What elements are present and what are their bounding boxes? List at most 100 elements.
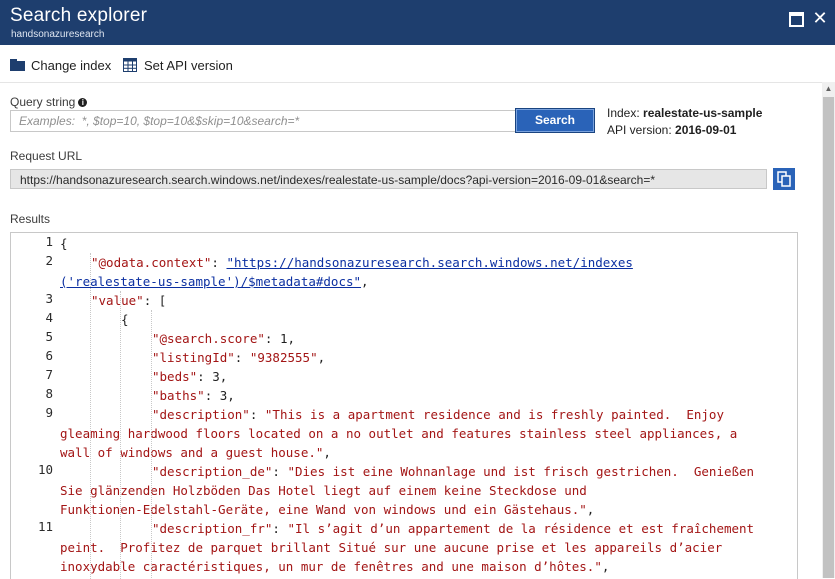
json-link: "https://handsonazuresearch.search.windo… [226,255,633,270]
line-number: 2 [45,253,53,268]
results-label: Results [10,212,51,226]
table-icon [123,58,137,72]
json-string: "This is a apartment residence and is fr… [264,407,724,422]
code-line: "beds": 3, [152,367,227,386]
json-string: inoxydable caractéristiques, un mur de f… [60,559,602,574]
json-key: "beds" [152,369,198,384]
json-string: "Il s’agit d’un appartement de la réside… [287,521,755,536]
change-index-button[interactable]: Change index [10,56,111,74]
json-punct: : [ [143,293,167,308]
request-url-label: Request URL [10,149,83,163]
maximize-icon[interactable] [787,9,805,27]
code-line-wrap: Funktionen-Edelstahl-Geräte, eine Wand v… [60,500,594,519]
json-key: "value" [91,293,144,308]
copy-button[interactable] [773,168,795,190]
json-punct: , [323,445,331,460]
request-url-field[interactable]: https://handsonazuresearch.search.window… [10,169,767,189]
json-string: gleaming hardwood floors located on a no… [60,426,738,441]
json-key: "@search.score" [152,331,265,346]
index-line: Index: realestate-us-sample [607,105,762,122]
command-bar: Change index Set API version [0,45,835,83]
scrollbar-thumb[interactable] [823,97,834,578]
json-punct: : [272,464,288,479]
code-line-wrap: peint. Profitez de parquet brillant Situ… [60,538,722,557]
json-link: ('realestate-us-sample')/$metadata#docs" [60,274,362,289]
set-api-version-button[interactable]: Set API version [123,56,233,74]
json-punct: , [586,502,595,517]
code-line: "@search.score": 1, [152,329,295,348]
results-editor[interactable]: 1 2 3 4 5 6 7 8 9 10 11 {"@odata.context": "https:… [10,232,798,579]
line-number: 1 [45,234,53,249]
line-number: 3 [45,291,53,306]
json-punct: : [234,350,250,365]
code-line: "@odata.context": "https://handsonazures… [91,253,633,272]
line-number-gutter: 1 2 3 4 5 6 7 8 9 10 11 [11,233,53,579]
code-line: "description": "This is a apartment resi… [152,405,724,424]
code-line: "value": [ [91,291,166,310]
indent-guide [90,253,91,579]
json-punct: : 1, [264,331,295,346]
json-punct: : [211,255,227,270]
api-version-value: 2016-09-01 [675,123,737,137]
code-line: "description_fr": "Il s’agit d’un appart… [152,519,754,538]
query-string-label: Query string i [10,95,88,109]
code-line: "description_de": "Dies ist eine Wohnanl… [152,462,754,481]
json-key: "description_fr" [152,521,273,536]
line-number: 5 [45,329,53,344]
cursor-line-highlight [59,234,794,252]
json-punct: , [361,274,369,289]
index-value: realestate-us-sample [643,106,763,120]
json-punct: , [317,350,326,365]
json-string: "Dies ist eine Wohnanlage und ist frisch… [287,464,755,479]
line-number: 11 [37,519,53,534]
json-string: Funktionen-Edelstahl-Geräte, eine Wand v… [60,502,587,517]
code-line-wrap: gleaming hardwood floors located on a no… [60,424,737,443]
json-punct: { [60,236,68,251]
json-punct: : 3, [197,369,228,384]
code-line-wrap: inoxydable caractéristiques, un mur de f… [60,557,609,576]
json-string: Sie glänzenden Holzböden Das Hotel liegt… [60,483,587,498]
line-number: 10 [37,462,53,477]
folder-icon [10,59,25,71]
json-key: "listingId" [152,350,235,365]
blade-header: Search explorer handsonazuresearch ✕ [0,0,835,45]
json-key: "@odata.context" [91,255,212,270]
json-punct: , [601,559,610,574]
code-line: "listingId": "9382555", [152,348,325,367]
code-line-wrap: ('realestate-us-sample')/$metadata#docs"… [60,272,369,291]
line-number: 8 [45,386,53,401]
code-line: "baths": 3, [152,386,235,405]
page-scrollbar[interactable]: ▲ [822,82,835,578]
change-index-label: Change index [31,57,112,73]
set-api-version-label: Set API version [144,57,233,73]
json-punct: : [249,407,265,422]
code-line: { [121,310,129,329]
info-icon[interactable]: i [78,98,88,107]
copy-icon [777,171,791,187]
indent-guide [151,310,152,579]
index-label: Index: [607,106,644,120]
json-string: "9382555" [249,350,318,365]
line-number: 9 [45,405,53,420]
api-version-line: API version: 2016-09-01 [607,122,762,139]
line-number: 4 [45,310,53,325]
json-string: wall of windows and a guest house." [60,445,324,460]
code-line: { [60,234,68,253]
index-info: Index: realestate-us-sample API version:… [607,105,762,139]
search-button[interactable]: Search [515,108,595,133]
query-string-input[interactable] [10,110,516,132]
json-key: "description" [152,407,250,422]
line-number: 7 [45,367,53,382]
indent-guide [120,291,121,579]
json-punct: : 3, [204,388,235,403]
page-subtitle: handsonazuresearch [11,29,105,40]
scroll-up-arrow-icon[interactable]: ▲ [822,82,835,95]
json-key: "description_de" [152,464,273,479]
page-title: Search explorer [10,5,148,26]
json-key: "baths" [152,388,205,403]
api-version-label: API version: [607,123,676,137]
json-punct: { [121,312,129,327]
json-string: peint. Profitez de parquet brillant Situ… [60,540,723,555]
query-label-text: Query string [10,95,76,109]
close-icon[interactable]: ✕ [811,9,829,27]
